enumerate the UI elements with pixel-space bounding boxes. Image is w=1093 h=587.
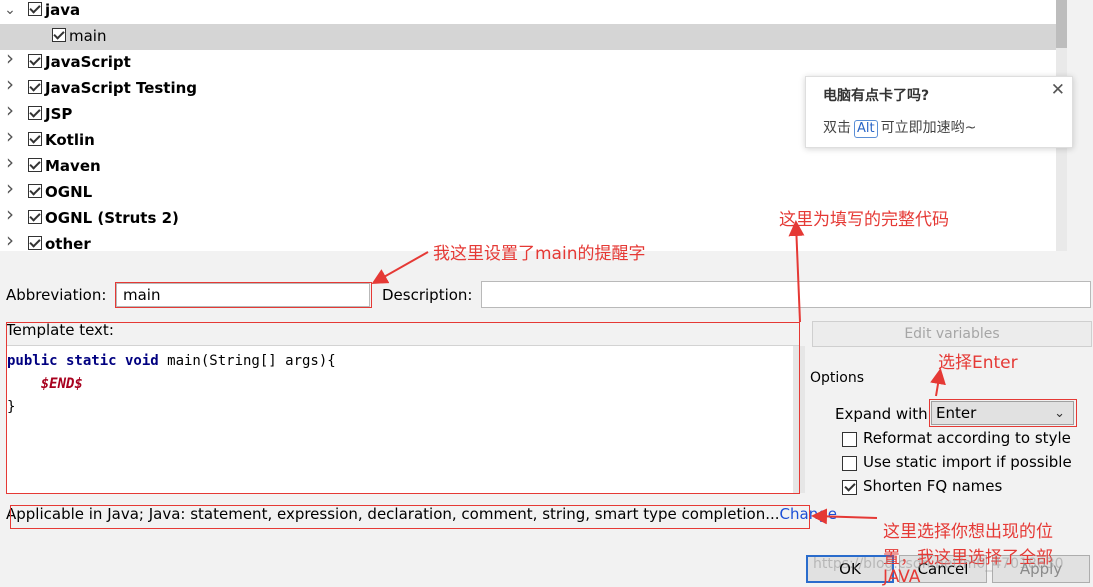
chevron-right-icon[interactable]: › — [3, 204, 17, 224]
tree-item-ognl[interactable]: › OGNL — [0, 178, 1056, 206]
watermark: https://blog.csdn.net/m0_47018630 — [813, 556, 1064, 572]
notification-body-suffix: 可立即加速哟~ — [880, 120, 977, 136]
option-checkbox[interactable] — [842, 480, 857, 495]
arrow-to-expand — [930, 368, 946, 397]
expand-with-label: Expand with — [835, 405, 928, 423]
template-annotation: 这里为填写的完整代码 — [779, 210, 949, 230]
chevron-right-icon[interactable]: › — [3, 48, 17, 68]
abbrev-annotation: 我这里设置了main的提醒字 — [433, 244, 646, 264]
tree-item-label: main — [69, 27, 107, 45]
notification-body-prefix: 双击 — [823, 120, 851, 136]
applicable-highlight-box — [10, 505, 810, 529]
option-label: Reformat according to style — [863, 429, 1071, 447]
tree-item-label: JavaScript — [45, 53, 131, 71]
chevron-right-icon[interactable]: › — [3, 100, 17, 120]
tree-item-javascript[interactable]: › JavaScript — [0, 48, 1056, 76]
tree-scrollbar-thumb[interactable] — [1056, 0, 1067, 48]
tree-item-checkbox[interactable] — [28, 158, 42, 172]
chevron-right-icon[interactable]: › — [3, 74, 17, 94]
tree-item-label: JSP — [45, 105, 73, 123]
chevron-right-icon[interactable]: › — [3, 178, 17, 198]
tree-item-label: JavaScript Testing — [45, 79, 198, 97]
tree-item-checkbox[interactable] — [28, 236, 42, 250]
tree-item-checkbox[interactable] — [52, 28, 66, 42]
tree-item-maven[interactable]: › Maven — [0, 152, 1056, 180]
tree-item-checkbox[interactable] — [28, 80, 42, 94]
tree-item-checkbox[interactable] — [28, 210, 42, 224]
description-input[interactable] — [481, 281, 1091, 308]
notification-title: 电脑有点卡了吗? — [823, 88, 930, 104]
option-label: Use static import if possible — [863, 453, 1072, 471]
chevron-down-icon[interactable]: ⌄ — [3, 3, 17, 17]
tree-item-checkbox[interactable] — [28, 132, 42, 146]
expand-highlight-box — [929, 399, 1077, 427]
edit-variables-button[interactable]: Edit variables — [812, 321, 1092, 347]
tree-item-label: Maven — [45, 157, 101, 175]
description-label: Description: — [382, 286, 473, 304]
option-checkbox[interactable] — [842, 432, 857, 447]
abbreviation-highlight-box — [115, 282, 372, 308]
chevron-right-icon[interactable]: › — [3, 152, 17, 172]
expand-annotation: 选择Enter — [938, 353, 1018, 373]
chevron-right-icon[interactable]: › — [3, 230, 17, 250]
tree-item-label: java — [45, 1, 81, 19]
applicable-annotation-line1: 这里选择你想出现的位 — [883, 522, 1053, 542]
template-highlight-box — [6, 322, 800, 494]
tree-item-checkbox[interactable] — [28, 106, 42, 120]
tree-item-java[interactable]: ⌄ java — [0, 0, 1056, 24]
options-label: Options — [810, 370, 865, 386]
tree-item-checkbox[interactable] — [28, 54, 42, 68]
tree-item-label: OGNL (Struts 2) — [45, 209, 179, 227]
tree-item-label: OGNL — [45, 183, 93, 201]
option-checkbox[interactable] — [842, 456, 857, 471]
abbreviation-label: Abbreviation: — [6, 286, 107, 304]
tree-item-label: other — [45, 235, 91, 251]
speedup-notification: 电脑有点卡了吗? ✕ 双击 Alt 可立即加速哟~ — [805, 76, 1073, 148]
alt-key-badge: Alt — [854, 120, 878, 138]
option-label: Shorten FQ names — [863, 477, 1003, 495]
arrow-to-abbreviation — [371, 251, 429, 284]
tree-item-main[interactable]: main — [0, 24, 1056, 50]
notification-body: 双击 Alt 可立即加速哟~ — [823, 117, 976, 138]
tree-item-checkbox[interactable] — [28, 2, 42, 16]
tree-item-checkbox[interactable] — [28, 184, 42, 198]
chevron-right-icon[interactable]: › — [3, 126, 17, 146]
tree-item-label: Kotlin — [45, 131, 95, 149]
close-icon[interactable]: ✕ — [1051, 80, 1065, 100]
